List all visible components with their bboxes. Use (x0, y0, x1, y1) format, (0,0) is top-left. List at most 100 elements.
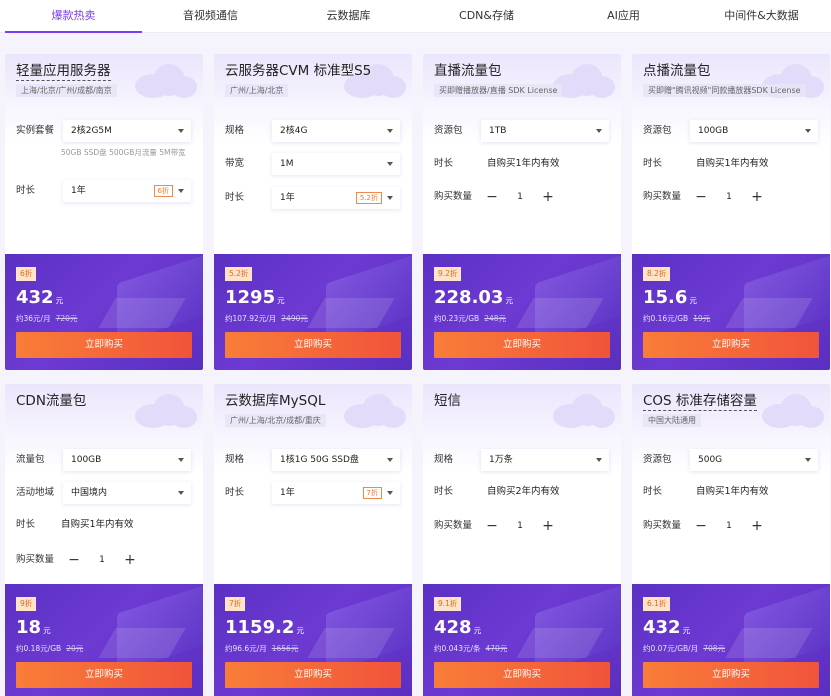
price-unit: 元 (473, 626, 482, 635)
duration-label: 时长 (16, 519, 36, 530)
quantity-value[interactable]: 1 (503, 515, 537, 537)
plus-button[interactable]: + (119, 549, 141, 571)
tab-hot-sale[interactable]: 爆款热卖 (5, 0, 142, 33)
category-tabs: 爆款热卖 音视频通信 云数据库 CDN&存储 AI应用 中间件&大数据 (0, 0, 831, 33)
plus-button[interactable]: + (746, 186, 768, 208)
chevron-down-icon (387, 196, 393, 200)
chevron-down-icon (387, 491, 393, 495)
plus-button[interactable]: + (537, 515, 559, 537)
duration-row: 时长 自购买2年内有效 (434, 481, 612, 503)
spec-select[interactable]: 100GB (690, 120, 818, 142)
quantity-value[interactable]: 1 (712, 515, 746, 537)
price-value: 1295 (225, 287, 276, 308)
card-title: 短信 (434, 393, 461, 409)
quantity-value[interactable]: 1 (85, 549, 119, 571)
tab-cdn-storage[interactable]: CDN&存储 (418, 0, 555, 33)
duration-select[interactable]: 1年 5.2折 (272, 187, 400, 209)
region-value: 中国境内 (71, 488, 108, 498)
unit-price-value: 约0.18元/GB (16, 644, 62, 653)
quantity-stepper: − 1 + (63, 549, 153, 571)
chevron-down-icon (387, 162, 393, 166)
product-card-vod-traffic: 点播流量包 买即赠"腾讯视频"同款播放器SDK License 资源包 100G… (632, 54, 830, 370)
spec-select[interactable]: 1核1G 50G SSD盘 (272, 449, 400, 471)
discount-badge: 5.2折 (225, 267, 253, 281)
spec-value: 100GB (698, 126, 729, 136)
discount-badge: 6折 (16, 267, 37, 281)
price-unit: 元 (43, 626, 51, 635)
plus-button[interactable]: + (537, 186, 559, 208)
unit-price-value: 约0.043元/条 (434, 644, 481, 653)
price-unit: 元 (277, 296, 285, 305)
spec-value: 1万条 (489, 455, 513, 465)
original-price: 2490元 (281, 314, 308, 323)
spec-row: 资源包 100GB (643, 120, 821, 142)
duration-row: 时长 自购买1年内有效 (643, 153, 821, 175)
minus-button[interactable]: − (690, 186, 712, 208)
price-unit: 元 (689, 296, 697, 305)
spec-label: 资源包 (643, 454, 672, 465)
quantity-label: 购买数量 (434, 520, 473, 531)
price-unit: 元 (682, 626, 691, 635)
minus-button[interactable]: − (63, 549, 85, 571)
price-value: 432 (643, 617, 681, 638)
buy-now-button[interactable]: 立即购买 (225, 332, 401, 358)
cloud-icon (754, 390, 824, 430)
tab-audio-video[interactable]: 音视频通信 (142, 0, 279, 33)
region-select[interactable]: 中国境内 (63, 482, 191, 504)
buy-now-button[interactable]: 立即购买 (434, 662, 610, 688)
card-subtitle: 中国大陆通用 (643, 414, 701, 427)
duration-select[interactable]: 1年 6折 (63, 180, 191, 202)
spec-label: 资源包 (434, 125, 463, 136)
tab-cloud-database[interactable]: 云数据库 (280, 0, 417, 33)
buy-now-button[interactable]: 立即购买 (16, 662, 192, 688)
quantity-value[interactable]: 1 (712, 186, 746, 208)
tab-ai[interactable]: AI应用 (555, 0, 692, 33)
spec-select[interactable]: 100GB (63, 449, 191, 471)
bandwidth-label: 带宽 (225, 158, 245, 169)
spec-select[interactable]: 2核2G5M (63, 120, 191, 142)
duration-select[interactable]: 1年 7折 (272, 482, 400, 504)
quantity-row: 购买数量 − 1 + (643, 515, 821, 537)
quantity-row: 购买数量 − 1 + (434, 515, 612, 537)
original-price: 470元 (485, 644, 508, 653)
tab-middleware-bigdata[interactable]: 中间件&大数据 (692, 0, 831, 33)
spec-select[interactable]: 1TB (481, 120, 609, 142)
chevron-down-icon (178, 458, 184, 462)
cloud-icon (127, 390, 197, 430)
card-title: 点播流量包 (643, 63, 711, 79)
spec-label: 流量包 (16, 454, 45, 465)
card-title[interactable]: COS 标准存储容量 (643, 392, 757, 411)
buy-now-button[interactable]: 立即购买 (434, 332, 610, 358)
price-panel: 6折 432 元 约36元/月 720元 立即购买 (5, 254, 203, 370)
chevron-down-icon (178, 129, 184, 133)
minus-button[interactable]: − (481, 186, 503, 208)
discount-badge: 8.2折 (643, 267, 671, 281)
card-subtitle: 上海/北京/广州/成都/南京 (16, 84, 117, 97)
spec-select[interactable]: 1万条 (481, 449, 609, 471)
card-title: 云数据库MySQL (225, 393, 326, 409)
card-subtitle: 买即赠"腾讯视频"同款播放器SDK License (643, 84, 806, 97)
card-title[interactable]: 轻量应用服务器 (16, 62, 111, 81)
product-card-live-traffic: 直播流量包 买即赠播放器/直播 SDK License 资源包 1TB 时长 自… (423, 54, 621, 370)
spec-select[interactable]: 500G (690, 449, 818, 471)
quantity-label: 购买数量 (434, 191, 473, 202)
duration-row: 时长 自购买1年内有效 (434, 153, 612, 175)
spec-label: 实例套餐 (16, 125, 55, 136)
unit-price: 约36元/月 720元 (16, 313, 77, 324)
original-price: 708元 (703, 644, 726, 653)
buy-now-button[interactable]: 立即购买 (16, 332, 192, 358)
unit-price: 约0.23元/GB 248元 (434, 313, 506, 324)
spec-select[interactable]: 2核4G (272, 120, 400, 142)
minus-button[interactable]: − (690, 515, 712, 537)
price: 1295 元 (225, 286, 285, 313)
buy-now-button[interactable]: 立即购买 (643, 662, 819, 688)
price-panel: 6.1折 432 元 约0.07元/GB/月 708元 立即购买 (632, 584, 830, 696)
plus-button[interactable]: + (746, 515, 768, 537)
quantity-value[interactable]: 1 (503, 186, 537, 208)
minus-button[interactable]: − (481, 515, 503, 537)
spec-value: 500G (698, 455, 723, 465)
buy-now-button[interactable]: 立即购买 (225, 662, 401, 688)
bandwidth-select[interactable]: 1M (272, 153, 400, 175)
duration-label: 时长 (225, 192, 245, 203)
buy-now-button[interactable]: 立即购买 (643, 332, 819, 358)
